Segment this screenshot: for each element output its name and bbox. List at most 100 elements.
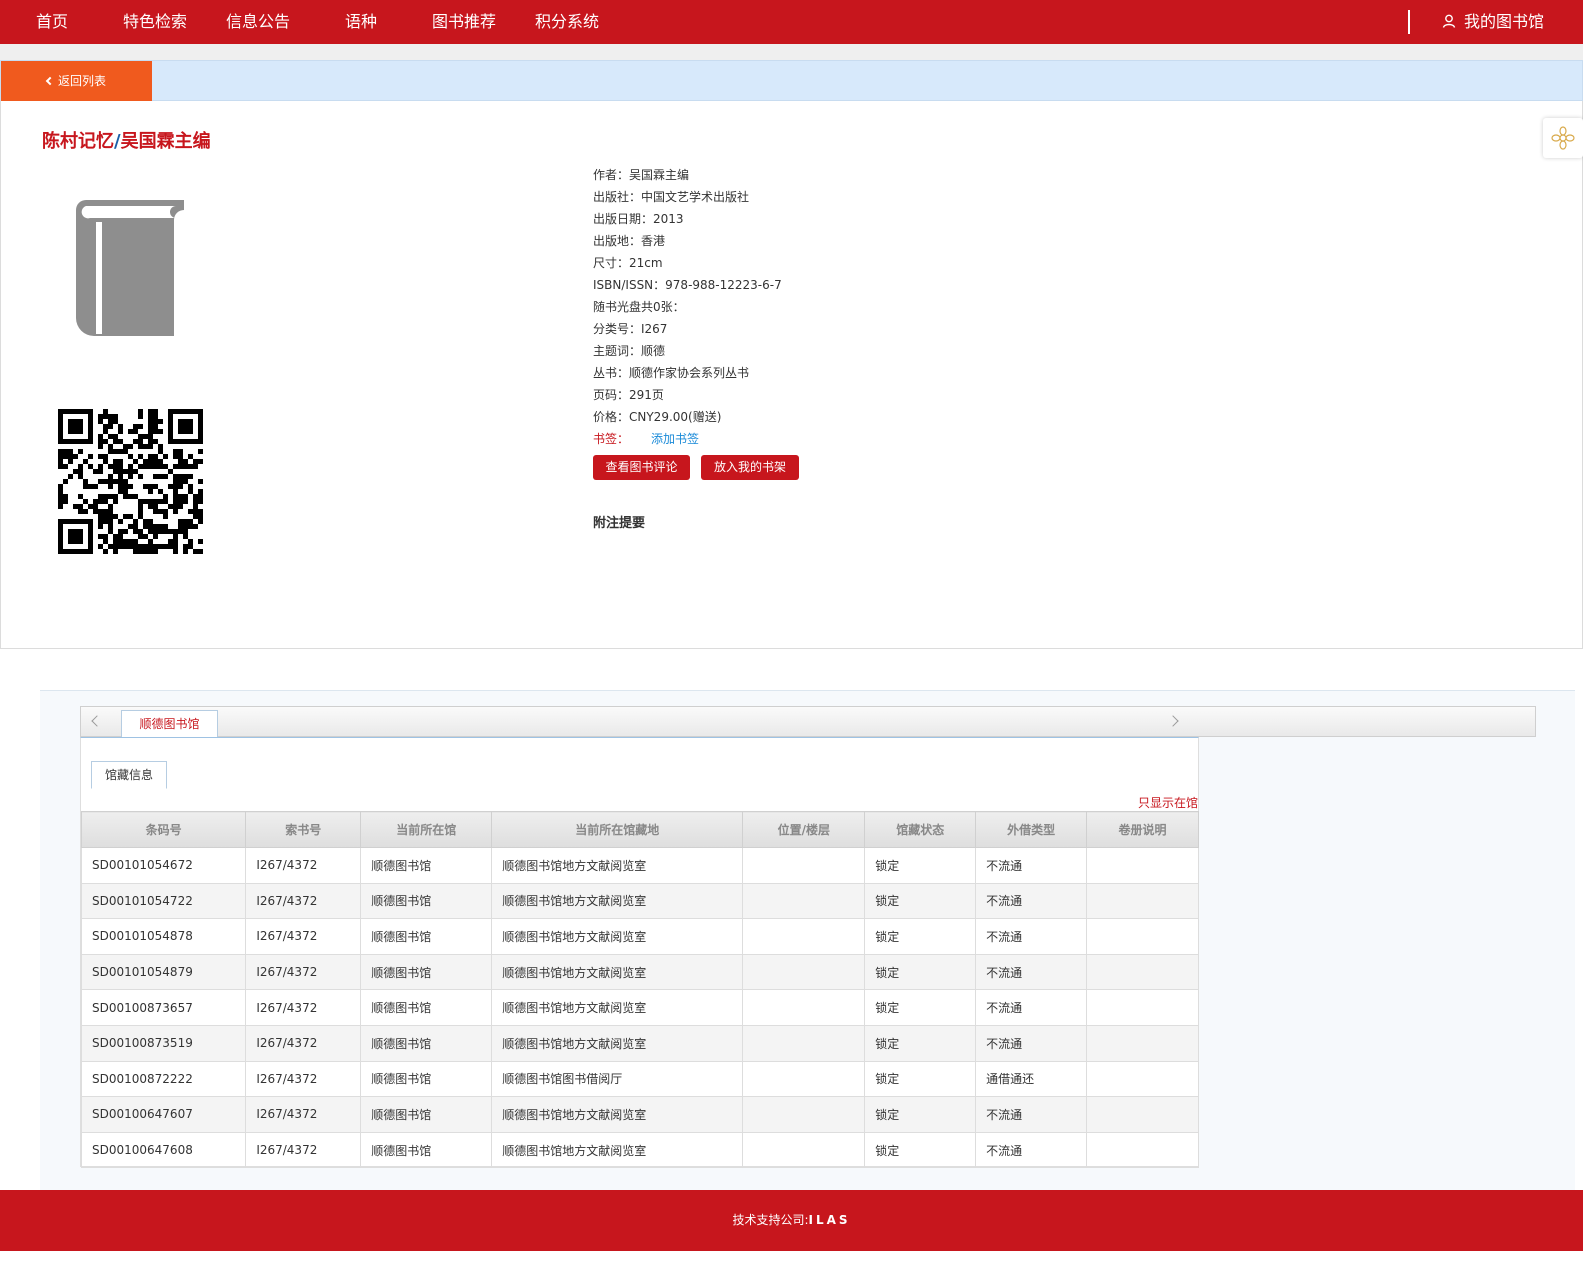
cell-call-number: I267/4372 <box>245 1060 362 1098</box>
meta-size: 尺寸：21cm <box>593 256 663 270</box>
cell-volume <box>1086 1060 1199 1098</box>
my-library-label: 我的图书馆 <box>1464 12 1545 31</box>
cell-location: 顺德图书馆图书借阅厅 <box>491 1060 744 1098</box>
meta-author: 作者：吴国霖主编 <box>593 168 690 182</box>
table-row[interactable]: SD00100873657 I267/4372 顺德图书馆 顺德图书馆地方文献阅览室 锁… <box>80 989 1199 1026</box>
cell-volume <box>1086 882 1199 920</box>
col-loan-type[interactable]: 外借类型 <box>975 811 1088 848</box>
book-cover-icon <box>76 200 184 336</box>
user-icon <box>1442 14 1456 28</box>
cell-loan-type: 不流通 <box>975 882 1088 920</box>
cell-floor <box>742 1131 866 1169</box>
view-reviews-button[interactable]: 查看图书评论 <box>593 455 690 480</box>
cell-location: 顺德图书馆地方文献阅览室 <box>491 847 744 884</box>
meta-pages: 页码：291页 <box>593 388 664 402</box>
col-position-floor[interactable]: 位置/楼层 <box>742 811 866 848</box>
cell-status: 锁定 <box>864 1096 977 1133</box>
cell-call-number: I267/4372 <box>245 989 362 1026</box>
cell-volume <box>1086 1131 1199 1169</box>
title-separator: / <box>114 131 121 152</box>
cell-barcode: SD00100873657 <box>80 989 247 1026</box>
col-barcode[interactable]: 条码号 <box>80 811 247 848</box>
show-in-library-link[interactable]: 只显示在馆 <box>1138 794 1198 811</box>
book-title: 陈村记忆/吴国霖主编 <box>42 127 211 153</box>
cell-status: 锁定 <box>864 989 977 1026</box>
bookmark-label: 书签： <box>593 432 630 446</box>
cell-call-number: I267/4372 <box>245 953 362 991</box>
table-row[interactable]: SD00100647608 I267/4372 顺德图书馆 顺德图书馆地方文献阅览室 锁… <box>80 1131 1199 1169</box>
cell-library: 顺德图书馆 <box>360 989 493 1026</box>
cell-library: 顺德图书馆 <box>360 1131 493 1169</box>
cell-status: 锁定 <box>864 1060 977 1098</box>
book-title-main: 陈村记忆 <box>42 131 114 152</box>
holdings-table: 条码号 索书号 当前所在馆 当前所在馆藏地 位置/楼层 馆藏状态 外借类型 卷册… <box>80 811 1199 1169</box>
col-volume-note[interactable]: 卷册说明 <box>1086 811 1199 848</box>
cell-location: 顺德图书馆地方文献阅览室 <box>491 1131 744 1169</box>
cell-floor <box>742 847 866 884</box>
cell-barcode: SD00101054672 <box>80 847 247 884</box>
table-row[interactable]: SD00101054672 I267/4372 顺德图书馆 顺德图书馆地方文献阅览室 锁… <box>80 847 1199 884</box>
nav-special-search[interactable]: 特色检索 <box>123 0 187 44</box>
cell-floor <box>742 1024 866 1062</box>
tab-library[interactable]: 顺德图书馆 <box>121 710 218 738</box>
nav-home[interactable]: 首页 <box>36 0 68 44</box>
col-status[interactable]: 馆藏状态 <box>864 811 977 848</box>
holdings-section: 顺德图书馆 馆藏信息 只显示在馆 条码号 索书号 当前所在馆 当前所在馆藏地 位… <box>40 690 1575 1190</box>
cell-call-number: I267/4372 <box>245 1024 362 1062</box>
book-metadata: 作者：吴国霖主编 出版社：中国文艺学术出版社 出版日期：2013 出版地：香港 … <box>593 164 782 450</box>
cell-volume <box>1086 918 1199 955</box>
top-nav: 首页 特色检索 信息公告 语种 图书推荐 积分系统 我的图书馆 <box>0 0 1583 44</box>
back-to-list-button[interactable]: 返回列表 <box>1 61 152 101</box>
nav-spacer <box>0 44 1583 60</box>
cell-library: 顺德图书馆 <box>360 1060 493 1098</box>
cell-call-number: I267/4372 <box>245 847 362 884</box>
my-library-link[interactable]: 我的图书馆 <box>1442 0 1544 44</box>
cell-library: 顺德图书馆 <box>360 953 493 991</box>
meta-isbn: ISBN/ISSN：978-988-12223-6-7 <box>593 278 782 292</box>
cell-location: 顺德图书馆地方文献阅览室 <box>491 1096 744 1133</box>
cell-volume <box>1086 989 1199 1026</box>
meta-discs: 随书光盘共0张： <box>593 300 685 314</box>
cell-status: 锁定 <box>864 882 977 920</box>
chevron-left-icon[interactable] <box>91 715 103 727</box>
cell-floor <box>742 882 866 920</box>
col-current-location[interactable]: 当前所在馆藏地 <box>491 811 744 848</box>
cell-volume <box>1086 847 1199 884</box>
cell-loan-type: 不流通 <box>975 989 1088 1026</box>
table-row[interactable]: SD00101054878 I267/4372 顺德图书馆 顺德图书馆地方文献阅览室 锁… <box>80 918 1199 955</box>
nav-points-system[interactable]: 积分系统 <box>535 0 599 44</box>
table-row[interactable]: SD00101054722 I267/4372 顺德图书馆 顺德图书馆地方文献阅览室 锁… <box>80 882 1199 920</box>
col-call-number[interactable]: 索书号 <box>245 811 362 848</box>
table-row[interactable]: SD00100872222 I267/4372 顺德图书馆 顺德图书馆图书借阅厅 锁定通… <box>80 1060 1199 1098</box>
table-row[interactable]: SD00100873519 I267/4372 顺德图书馆 顺德图书馆地方文献阅览室 锁… <box>80 1024 1199 1062</box>
cell-library: 顺德图书馆 <box>360 1024 493 1062</box>
cell-location: 顺德图书馆地方文献阅览室 <box>491 1024 744 1062</box>
cell-location: 顺德图书馆地方文献阅览室 <box>491 882 744 920</box>
add-to-shelf-button[interactable]: 放入我的书架 <box>701 455 799 480</box>
nav-languages[interactable]: 语种 <box>345 0 377 44</box>
floating-tool-button[interactable] <box>1543 118 1583 158</box>
cell-status: 锁定 <box>864 847 977 884</box>
cell-location: 顺德图书馆地方文献阅览室 <box>491 989 744 1026</box>
holdings-panel: 馆藏信息 只显示在馆 条码号 索书号 当前所在馆 当前所在馆藏地 位置/楼层 馆… <box>80 737 1199 1169</box>
tab-holdings-info[interactable]: 馆藏信息 <box>91 761 167 789</box>
nav-divider <box>1408 10 1410 34</box>
cell-status: 锁定 <box>864 953 977 991</box>
book-detail-panel: 陈村记忆/吴国霖主编 作者：吴国霖主编 出版社：中国文艺学术出版社 出版日期：2… <box>0 101 1583 649</box>
nav-recommendations[interactable]: 图书推荐 <box>432 0 496 44</box>
cell-loan-type: 不流通 <box>975 1131 1088 1169</box>
cell-library: 顺德图书馆 <box>360 882 493 920</box>
footer-label: 技术支持公司: <box>732 1213 809 1227</box>
col-current-library[interactable]: 当前所在馆 <box>360 811 493 848</box>
add-bookmark-link[interactable]: 添加书签 <box>651 432 699 446</box>
chevron-right-icon[interactable] <box>1167 715 1179 727</box>
cell-location: 顺德图书馆地方文献阅览室 <box>491 918 744 955</box>
cell-status: 锁定 <box>864 1024 977 1062</box>
cell-location: 顺德图书馆地方文献阅览室 <box>491 953 744 991</box>
table-row[interactable]: SD00101054879 I267/4372 顺德图书馆 顺德图书馆地方文献阅览室 锁… <box>80 953 1199 991</box>
cell-loan-type: 通借通还 <box>975 1060 1088 1098</box>
meta-series: 丛书：顺德作家协会系列丛书 <box>593 366 750 380</box>
nav-announcements[interactable]: 信息公告 <box>226 0 290 44</box>
cell-library: 顺德图书馆 <box>360 1096 493 1133</box>
table-row[interactable]: SD00100647607 I267/4372 顺德图书馆 顺德图书馆地方文献阅览室 锁… <box>80 1096 1199 1133</box>
